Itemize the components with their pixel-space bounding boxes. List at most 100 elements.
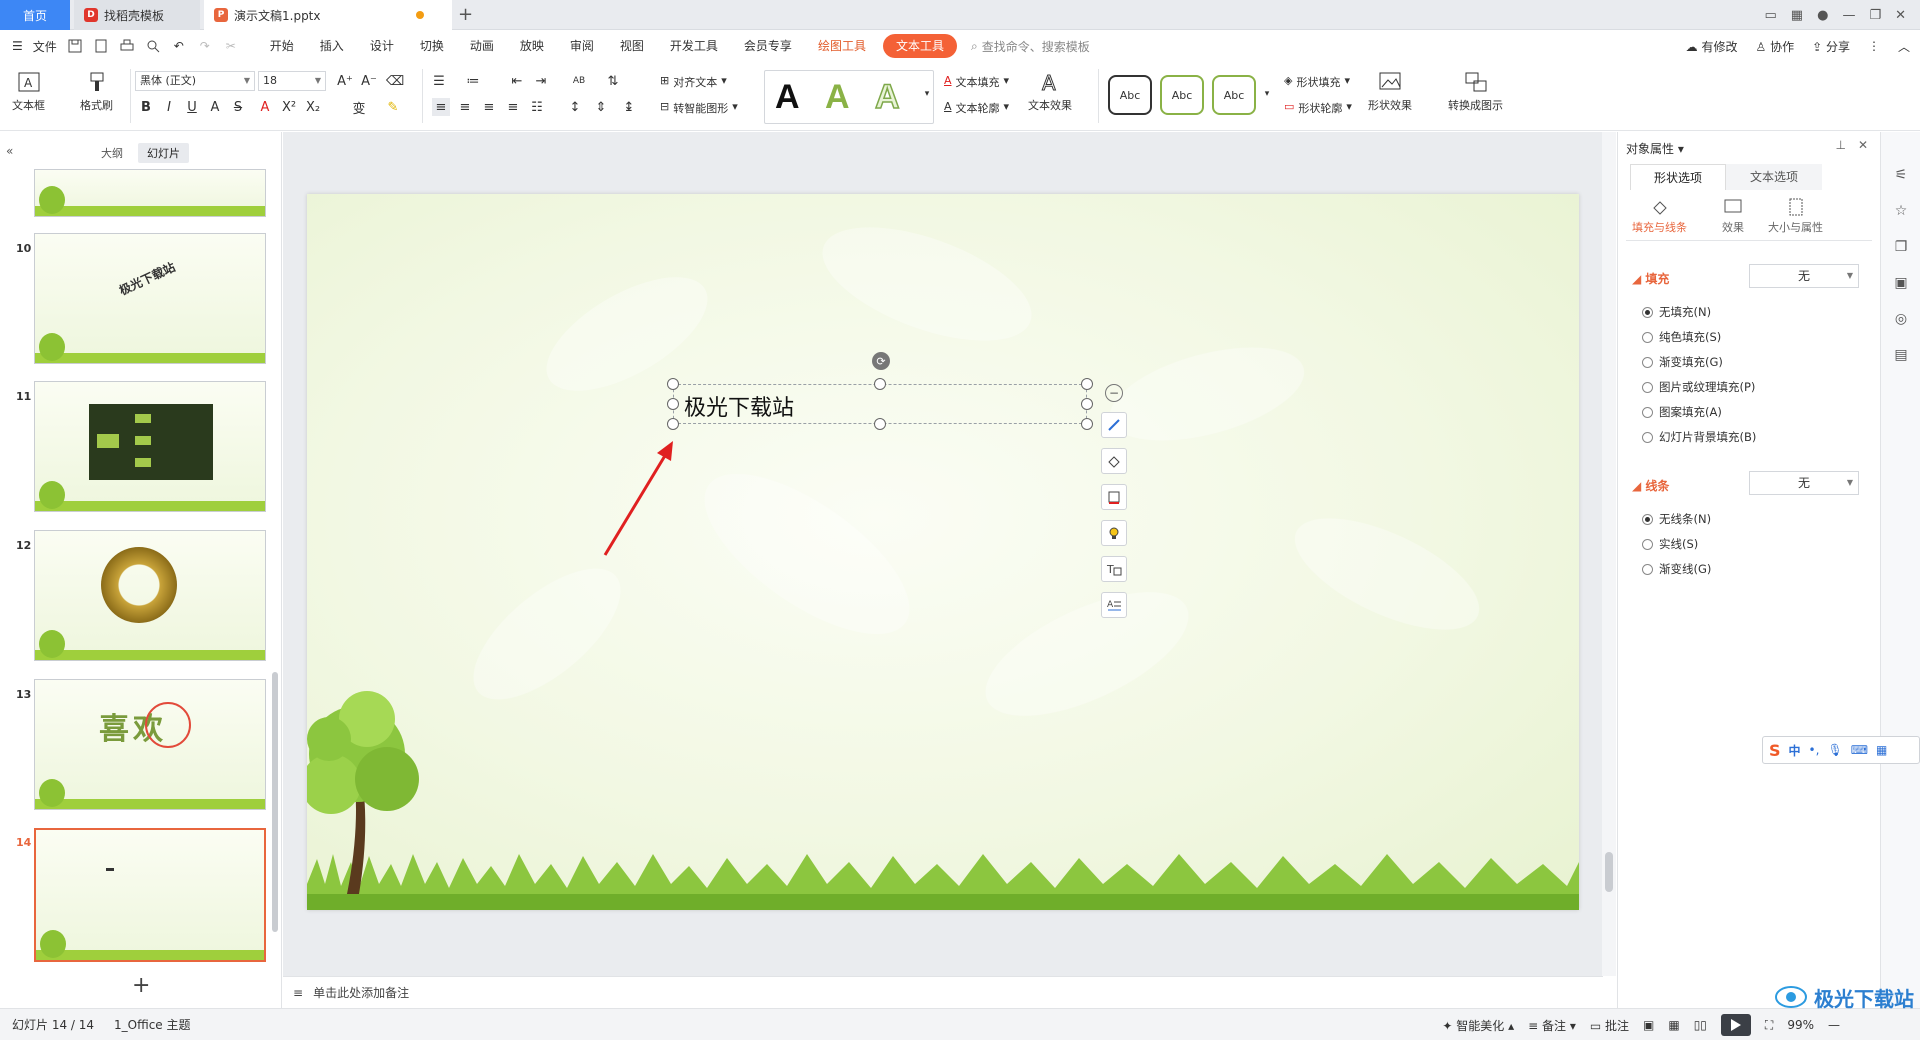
rotate-handle-icon[interactable]: ⟳ — [872, 352, 890, 370]
restore-icon[interactable]: ❐ — [1869, 8, 1881, 23]
pin-icon[interactable]: ⊥ — [1836, 138, 1846, 152]
shape-gallery-more-icon[interactable]: ▾ — [1258, 85, 1276, 103]
radio-solid-fill[interactable]: 纯色填充(S) — [1642, 329, 1721, 345]
bold-icon[interactable]: B — [137, 98, 155, 116]
tab-shape-options[interactable]: 形状选项 — [1630, 164, 1726, 190]
tab-transition[interactable]: 切换 — [407, 34, 457, 58]
slide-panel-scrollbar[interactable] — [272, 672, 278, 932]
modified-button[interactable]: ☁ 有修改 — [1686, 38, 1738, 55]
text-style-black[interactable]: A — [775, 78, 800, 117]
lightbulb-icon[interactable] — [1101, 520, 1127, 546]
save-icon[interactable] — [67, 38, 83, 54]
strikethrough-icon[interactable]: S — [229, 98, 247, 116]
shape-effect-button[interactable]: 形状效果 — [1368, 71, 1412, 113]
radio-gradient-line[interactable]: 渐变线(G) — [1642, 561, 1711, 577]
sorter-view-icon[interactable]: ▦ — [1668, 1018, 1679, 1032]
line-spacing-icon[interactable]: ↕ — [566, 98, 584, 116]
tab-design[interactable]: 设计 — [357, 34, 407, 58]
decrease-font-icon[interactable]: A⁻ — [360, 72, 378, 90]
tab-animation[interactable]: 动画 — [457, 34, 507, 58]
tab-draw-tool[interactable]: 绘图工具 — [805, 34, 879, 58]
notes-button[interactable]: ≡ 备注 ▾ — [1528, 1017, 1576, 1034]
shape-outline-button[interactable]: ▭形状轮廓▾ — [1284, 100, 1352, 116]
shape-style-1[interactable]: Abc — [1108, 75, 1152, 115]
radio-gradient-fill[interactable]: 渐变填充(G) — [1642, 354, 1723, 370]
text-convert-icon[interactable]: T — [1101, 556, 1127, 582]
resize-handle[interactable] — [667, 398, 679, 410]
eraser-icon[interactable]: ⌫ — [386, 72, 404, 90]
resize-handle[interactable] — [1081, 378, 1093, 390]
slide-thumb-11[interactable] — [34, 381, 266, 512]
collapse-ribbon-icon[interactable]: ︿ — [1898, 38, 1910, 55]
tab-review[interactable]: 审阅 — [557, 34, 607, 58]
menu-grid-icon[interactable]: ▦ — [1876, 743, 1887, 757]
convert-image-button[interactable]: 转换成图示 — [1448, 71, 1503, 113]
highlight-icon[interactable]: ✎ — [384, 98, 402, 116]
shape-fill-button[interactable]: ◈形状填充▾ — [1284, 74, 1350, 90]
resize-handle[interactable] — [874, 418, 886, 430]
resize-handle[interactable] — [1081, 418, 1093, 430]
tab-slides[interactable]: 幻灯片 — [138, 143, 189, 163]
slide-thumb-12[interactable] — [34, 530, 266, 661]
radio-pattern-fill[interactable]: 图案填充(A) — [1642, 404, 1722, 420]
text-outline-button[interactable]: A文本轮廓▾ — [944, 100, 1009, 116]
radio-no-line[interactable]: 无线条(N) — [1642, 511, 1711, 527]
zoom-value[interactable]: 99% — [1787, 1018, 1814, 1032]
bullet-list-icon[interactable]: ☰ — [430, 72, 448, 90]
tab-slideshow[interactable]: 放映 — [507, 34, 557, 58]
resize-handle[interactable] — [874, 378, 886, 390]
smart-shape-button[interactable]: ⊟转智能图形▾ — [660, 100, 738, 116]
comments-button[interactable]: ▭ 批注 — [1590, 1017, 1629, 1034]
align-center-icon[interactable]: ≡ — [456, 98, 474, 116]
slide-canvas[interactable] — [307, 194, 1579, 910]
resize-handle[interactable] — [667, 378, 679, 390]
mic-icon[interactable]: 🎙 — [1827, 743, 1842, 757]
layout-icon[interactable]: ▭ — [1765, 8, 1777, 23]
format-painter-button[interactable]: 格式刷 — [80, 71, 113, 113]
hamburger-icon[interactable]: ☰ — [12, 39, 23, 53]
avatar[interactable]: ● — [1817, 8, 1828, 23]
slide-text[interactable]: 极光下载站 — [684, 390, 794, 422]
subtab-effect[interactable]: 效果 — [1722, 198, 1744, 235]
collapse-panel-icon[interactable]: « — [6, 144, 13, 158]
collapse-toolbar-icon[interactable]: − — [1105, 384, 1123, 402]
tab-template[interactable]: D 找稻壳模板 — [74, 0, 200, 30]
tab-view[interactable]: 视图 — [607, 34, 657, 58]
tab-start[interactable]: 开始 — [257, 34, 307, 58]
text-effect-button[interactable]: A 文本效果 — [1028, 71, 1072, 113]
text-style-green[interactable]: A — [825, 78, 850, 117]
preview-icon[interactable] — [145, 38, 161, 54]
tab-home[interactable]: 首页 — [0, 0, 70, 30]
share-button[interactable]: ⇪ 分享 — [1812, 38, 1850, 55]
paragraph-spacing-icon[interactable]: ⇕ — [592, 98, 610, 116]
distribute-icon[interactable]: ☷ — [528, 98, 546, 116]
redo-icon[interactable]: ↷ — [197, 38, 213, 54]
add-slide-icon[interactable]: + — [132, 973, 150, 998]
slide-thumb-14[interactable] — [34, 828, 266, 962]
text-direction-icon[interactable]: AB — [570, 72, 588, 90]
text-style-outline[interactable]: A — [875, 78, 900, 117]
properties-icon[interactable]: ⚟ — [1892, 166, 1910, 184]
radio-no-fill[interactable]: 无填充(N) — [1642, 304, 1711, 320]
shape-style-3[interactable]: Abc — [1212, 75, 1256, 115]
smart-beautify-button[interactable]: ✦ 智能美化 ▴ — [1442, 1017, 1514, 1034]
theme-name[interactable]: 1_Office 主题 — [114, 1016, 190, 1033]
fit-icon[interactable]: ⛶ — [1765, 1018, 1773, 1033]
text-layout-icon[interactable]: A — [1101, 592, 1127, 618]
align-right-icon[interactable]: ≡ — [480, 98, 498, 116]
location-icon[interactable]: ◎ — [1892, 310, 1910, 328]
play-button[interactable] — [1721, 1014, 1751, 1036]
italic-icon[interactable]: I — [160, 98, 178, 116]
book-icon[interactable]: ▤ — [1892, 346, 1910, 364]
subscript-icon[interactable]: X₂ — [304, 98, 322, 116]
textbox-button[interactable]: A 文本框 — [12, 71, 45, 113]
keyboard-icon[interactable]: ⌨ — [1851, 743, 1868, 757]
line-section-title[interactable]: ◢ 线条 — [1632, 477, 1669, 494]
tab-developer[interactable]: 开发工具 — [657, 34, 731, 58]
sogou-icon[interactable]: S — [1769, 741, 1781, 760]
numbered-list-icon[interactable]: ≔ — [464, 72, 482, 90]
punct-icon[interactable]: •, — [1809, 743, 1820, 757]
slide-thumb-13[interactable]: 喜欢 — [34, 679, 266, 810]
shadow-text-icon[interactable]: A — [206, 98, 224, 116]
close-panel-icon[interactable]: ✕ — [1858, 138, 1868, 152]
